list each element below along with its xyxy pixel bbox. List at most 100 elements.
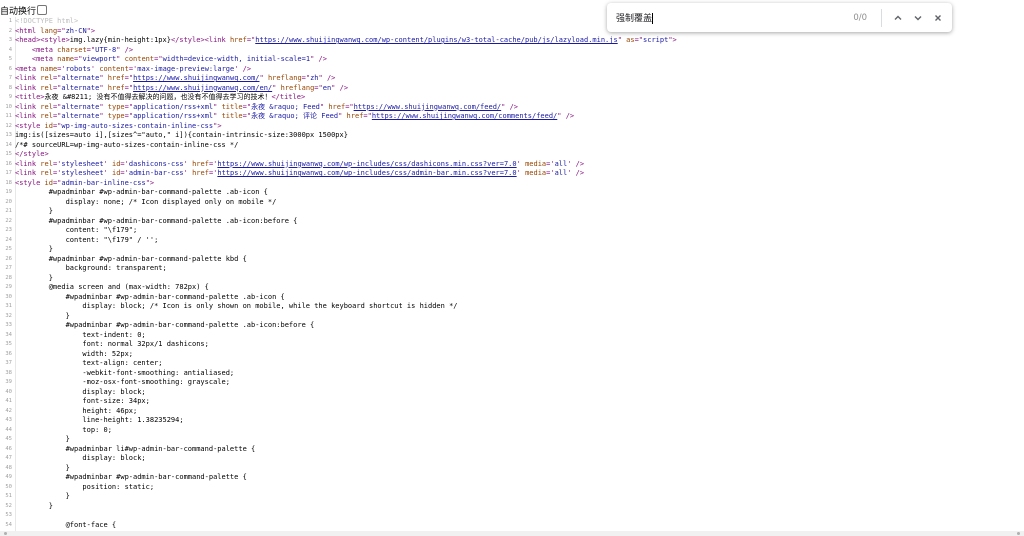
source-line: 24 content: "\f179" / ''; xyxy=(0,236,1024,246)
source-link[interactable]: https://www.shuijingwanwq.com/wp-include… xyxy=(217,160,516,168)
code-token: href xyxy=(328,102,346,111)
source-link[interactable]: https://www.shuijingwanwq.com/feed/ xyxy=(354,103,502,111)
line-wrap-toggle[interactable]: 自动换行 xyxy=(0,3,48,17)
code-token: } xyxy=(15,245,53,253)
line-number: 41 xyxy=(5,398,12,404)
code-token: <meta xyxy=(31,55,58,63)
find-bar: 强制覆盖 0/0 xyxy=(607,3,952,32)
code-token: application/rss+xml xyxy=(133,112,214,120)
source-line: 52 } xyxy=(0,502,1024,512)
line-content: display: block; xyxy=(15,454,145,464)
code-token: application/rss+xml xyxy=(133,102,214,111)
line-content: <html lang="zh-CN"> xyxy=(15,27,95,37)
line-content: img:is([sizes=auto i],[sizes^="auto," i]… xyxy=(15,131,348,141)
code-token: text-align: center; xyxy=(15,359,163,367)
code-token: content: "\f179" / ''; xyxy=(15,235,159,244)
line-content: #wpadminbar #wp-admin-bar-command-palett… xyxy=(15,188,268,198)
horizontal-scrollbar[interactable] xyxy=(0,531,1024,536)
line-content: </style> xyxy=(15,150,49,160)
source-line: 17 <link rel='stylesheet' id='admin-bar-c… xyxy=(0,169,1024,179)
code-token: #wpadminbar #wp-admin-bar-command-palett… xyxy=(15,292,285,301)
line-content: #wpadminbar li#wp-admin-bar-command-pale… xyxy=(15,445,256,455)
code-token: <link xyxy=(15,102,41,111)
line-number: 52 xyxy=(5,502,12,509)
code-token: 永夜 &#8211; 没有不值得去解决的问题，也没有不值得去学习的技术！ xyxy=(44,93,272,101)
source-line: 48 } xyxy=(0,464,1024,474)
code-token: en xyxy=(322,83,332,92)
code-token: =" xyxy=(314,83,323,92)
code-token: display: block; /* Icon is only shown on… xyxy=(15,302,458,310)
code-token: =" xyxy=(124,74,134,82)
source-line: 22 #wpadminbar #wp-admin-bar-command-pal… xyxy=(0,217,1024,227)
find-next-button[interactable] xyxy=(908,8,928,28)
line-content: } xyxy=(15,502,53,512)
source-line: 16 <link rel='stylesheet' id='dashicons-c… xyxy=(0,160,1024,170)
code-token: lang xyxy=(40,26,58,35)
scroll-left-arrow[interactable] xyxy=(4,532,7,535)
code-token: display: none; /* Icon displayed only on… xyxy=(15,197,277,206)
scroll-right-arrow[interactable] xyxy=(1017,532,1020,535)
code-token: alternate xyxy=(61,83,100,92)
code-token: ' xyxy=(103,159,112,168)
source-link[interactable]: https://www.shuijingwanwq.com/wp-include… xyxy=(217,169,516,177)
source-link[interactable]: https://www.shuijingwanwq.com/ xyxy=(133,74,259,82)
line-wrap-label: 自动换行 xyxy=(0,6,37,17)
line-content: } xyxy=(15,464,70,474)
line-number: 43 xyxy=(5,417,12,423)
chevron-down-icon xyxy=(914,15,922,20)
source-line: 27 background: transparent; xyxy=(0,264,1024,274)
code-token: " xyxy=(338,112,347,120)
source-link[interactable]: https://www.shuijingwanwq.com/wp-content… xyxy=(255,36,617,44)
source-line: 40 display: block; xyxy=(0,388,1024,398)
source-line: 31 display: block; /* Icon is only shown… xyxy=(0,302,1024,312)
code-token: line-height: 1.38235294; xyxy=(15,416,184,424)
code-token: font: normal 32px/1 dashicons; xyxy=(15,340,209,348)
find-close-button[interactable] xyxy=(928,8,948,28)
source-link[interactable]: https://www.shuijingwanwq.com/en/ xyxy=(133,84,272,92)
source-line: 41 font-size: 34px; xyxy=(0,397,1024,407)
line-number: 44 xyxy=(5,426,12,433)
line-number: 35 xyxy=(5,341,12,347)
code-token: "> xyxy=(86,26,96,35)
line-content: #wpadminbar #wp-admin-bar-command-palett… xyxy=(15,217,298,227)
code-token: <link xyxy=(15,159,41,168)
line-wrap-checkbox[interactable] xyxy=(37,5,48,15)
line-number: 29 xyxy=(5,284,12,290)
source-line: 33 #wpadminbar #wp-admin-bar-command-pal… xyxy=(0,321,1024,331)
code-token: =' xyxy=(546,169,555,177)
source-view[interactable]: 1 <!DOCTYPE html> 2 <html lang="zh-CN"> 3 <he… xyxy=(0,17,1024,531)
code-token: href xyxy=(107,83,125,92)
source-link[interactable]: https://www.shuijingwanwq.com/comments/f… xyxy=(372,112,557,120)
line-content: display: block; /* Icon is only shown on… xyxy=(15,302,458,312)
code-token: " xyxy=(259,74,268,82)
line-content: <link rel="alternate" href="https://www.… xyxy=(15,74,335,84)
line-number: 54 xyxy=(5,521,12,528)
source-line: 19 #wpadminbar #wp-admin-bar-command-pal… xyxy=(0,188,1024,198)
line-number: 32 xyxy=(5,312,12,319)
close-icon xyxy=(935,14,941,21)
code-token: " xyxy=(116,55,125,63)
code-token: admin-bar-inline-css xyxy=(61,178,146,187)
line-number: 11 xyxy=(5,113,12,119)
code-token: <style xyxy=(15,178,45,187)
source-line: 6 <meta name='robots' content='max-image-… xyxy=(0,65,1024,75)
line-content: } xyxy=(15,492,70,502)
code-token: hreflang xyxy=(267,74,302,82)
line-content: font: normal 32px/1 dashicons; xyxy=(15,340,209,350)
code-token: wp-img-auto-sizes-contain-inline-css xyxy=(61,121,214,130)
code-token: href xyxy=(192,159,209,168)
line-number: 30 xyxy=(5,293,12,300)
line-number: 9 xyxy=(8,94,12,100)
line-content: height: 46px; xyxy=(15,407,137,417)
find-input[interactable]: 强制覆盖 xyxy=(616,11,776,24)
code-token: all xyxy=(554,159,568,168)
line-number: 53 xyxy=(5,512,12,518)
code-token: name xyxy=(40,64,58,73)
code-token: "> xyxy=(145,178,155,187)
code-token: =" xyxy=(634,36,644,44)
code-token: ' xyxy=(516,159,526,168)
source-line: 8 <link rel="alternate" href="https://www… xyxy=(0,84,1024,94)
source-line: 42 height: 46px; xyxy=(0,407,1024,417)
find-previous-button[interactable] xyxy=(888,8,908,28)
